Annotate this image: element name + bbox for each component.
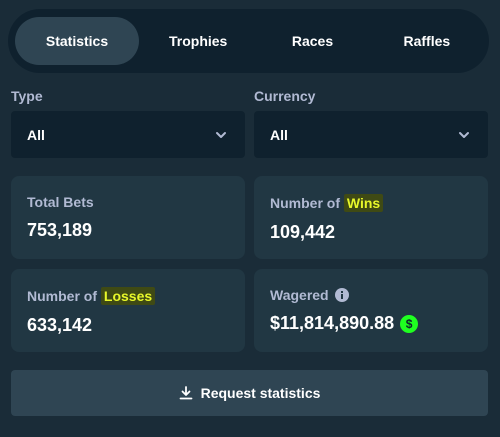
tab-bar: Statistics Trophies Races Raffles (8, 9, 489, 73)
losses-label: Number of Losses (27, 287, 229, 305)
type-label: Type (11, 88, 43, 104)
wagered-value-row: $11,814,890.88 $ (270, 313, 472, 334)
wins-value: 109,442 (270, 222, 336, 242)
download-icon (179, 386, 192, 400)
losses-card: Number of Losses 633,142 (11, 269, 245, 352)
currency-select-value: All (270, 126, 288, 143)
type-select[interactable]: All (11, 111, 245, 158)
request-statistics-button[interactable]: Request statistics (11, 370, 488, 416)
wagered-card: Wagered $11,814,890.88 $ (254, 269, 488, 352)
tab-races[interactable]: Races (257, 17, 367, 65)
losses-label-prefix: Number of (27, 288, 101, 304)
tab-trophies[interactable]: Trophies (143, 17, 253, 65)
currency-select[interactable]: All (254, 111, 488, 158)
total-bets-card: Total Bets 753,189 (11, 176, 245, 259)
tab-statistics[interactable]: Statistics (15, 17, 139, 65)
type-select-value: All (27, 126, 45, 143)
info-icon[interactable] (334, 288, 349, 302)
wagered-label: Wagered (270, 287, 329, 303)
dollar-coin-icon: $ (400, 314, 419, 333)
request-statistics-label: Request statistics (200, 385, 321, 401)
wagered-value: $11,814,890.88 (270, 313, 395, 333)
total-bets-value: 753,189 (27, 220, 93, 240)
wagered-label-row: Wagered (270, 287, 472, 303)
wins-label-prefix: Number of (270, 195, 344, 211)
total-bets-label: Total Bets (27, 194, 94, 210)
chevron-down-icon (459, 131, 469, 138)
wins-label-highlight: Wins (343, 194, 384, 212)
wins-card: Number of Wins 109,442 (254, 176, 488, 259)
currency-label: Currency (254, 88, 316, 104)
losses-label-highlight: Losses (100, 287, 156, 305)
losses-value: 633,142 (27, 315, 93, 335)
wins-label: Number of Wins (270, 194, 472, 212)
chevron-down-icon (216, 131, 226, 138)
tab-raffles[interactable]: Raffles (372, 17, 482, 65)
